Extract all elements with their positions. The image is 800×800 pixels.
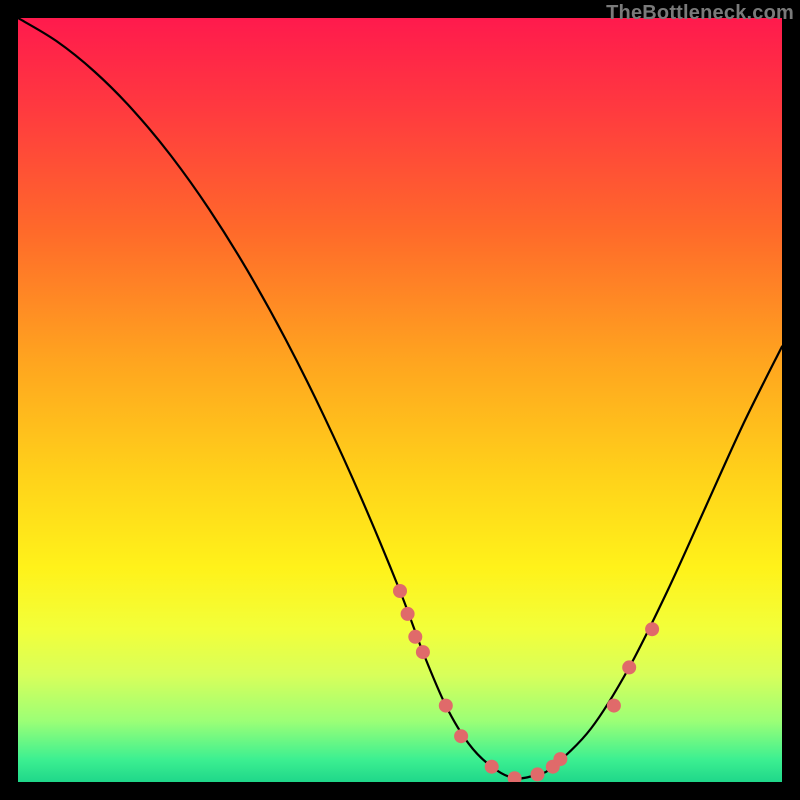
data-point <box>454 729 468 743</box>
watermark-text: TheBottleneck.com <box>606 2 794 25</box>
data-point <box>607 699 621 713</box>
chart-frame <box>18 18 782 782</box>
data-point <box>531 767 545 781</box>
data-point <box>416 645 430 659</box>
data-point <box>408 630 422 644</box>
data-point <box>439 699 453 713</box>
data-point <box>622 660 636 674</box>
data-point <box>508 771 522 782</box>
data-point <box>645 622 659 636</box>
chart-plot <box>18 18 782 782</box>
data-point <box>553 752 567 766</box>
data-point <box>393 584 407 598</box>
bottleneck-curve <box>18 18 782 779</box>
data-point <box>401 607 415 621</box>
data-point <box>485 760 499 774</box>
